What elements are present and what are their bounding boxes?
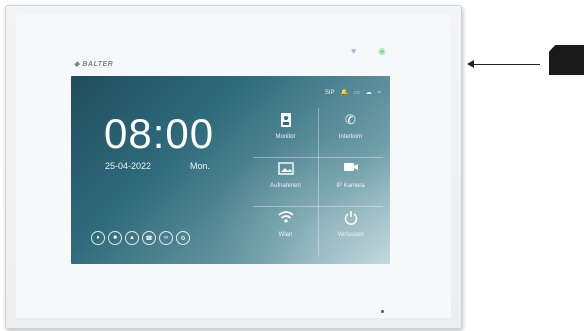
tile-aufnahmen[interactable]: Aufnahmen bbox=[253, 157, 318, 206]
tile-verlassen[interactable]: Verlassen bbox=[318, 206, 383, 255]
arrow-left-icon bbox=[467, 60, 474, 68]
gallery-icon bbox=[277, 161, 294, 177]
tile-interkom[interactable]: ✆ Interkom bbox=[318, 108, 383, 157]
brand-text: BALTER bbox=[82, 61, 114, 68]
shirt-icon[interactable]: ▲ bbox=[125, 231, 139, 245]
wifi-icon: ≈ bbox=[377, 89, 381, 96]
power-icon bbox=[343, 210, 359, 226]
sip-status: SIP bbox=[324, 89, 335, 96]
tile-ip-kamera[interactable]: IP Kamera bbox=[318, 157, 383, 206]
quick-buttons: ♦ ■ ▲ ☎ ∞ ⚙ bbox=[91, 231, 190, 245]
tile-label: Interkom bbox=[338, 134, 363, 140]
monitor-icon bbox=[278, 112, 294, 128]
sd-card-icon: ▭ bbox=[354, 90, 360, 96]
tile-label: Aufnahmen bbox=[270, 183, 301, 189]
touch-screen: SIP 🔔 ▭ ☁ ≈ 08:00 25-04-2022 Mon. Monito… bbox=[71, 76, 390, 264]
date-label: 25-04-2022 bbox=[105, 161, 152, 171]
status-bar: SIP 🔔 ▭ ☁ ≈ bbox=[324, 89, 381, 97]
clock-time: 08:00 bbox=[104, 110, 215, 157]
bell-icon: 🔔 bbox=[340, 90, 349, 96]
tile-divider-horizontal bbox=[253, 206, 383, 207]
settings-icon[interactable]: ⚙ bbox=[176, 231, 190, 245]
cloud-icon: ☁ bbox=[365, 90, 372, 96]
call-log-icon[interactable]: ☎ bbox=[142, 231, 156, 245]
camera-icon bbox=[343, 161, 359, 177]
pointer-arrow bbox=[470, 64, 540, 65]
phone-icon: ✆ bbox=[345, 112, 356, 127]
tile-label: Verlassen bbox=[337, 232, 364, 238]
tile-label: Wlan bbox=[278, 232, 293, 238]
bell-icon[interactable]: ♦ bbox=[91, 231, 105, 245]
menu-tiles: Monitor ✆ Interkom Aufnahmen IP Kamera W… bbox=[253, 108, 383, 256]
wifi-led-icon: ◉ bbox=[378, 46, 386, 56]
day-label: Mon. bbox=[190, 161, 211, 171]
status-dot bbox=[381, 310, 384, 313]
person-led-icon: ♥ bbox=[351, 46, 357, 56]
tile-divider-horizontal bbox=[253, 157, 383, 158]
sd-card-icon bbox=[549, 45, 584, 75]
tile-wlan[interactable]: Wlan bbox=[253, 206, 318, 255]
wifi-icon bbox=[277, 210, 294, 226]
brand-mark-icon: ◆ bbox=[74, 61, 80, 68]
tile-monitor[interactable]: Monitor bbox=[253, 108, 318, 157]
tile-label: Monitor bbox=[275, 134, 296, 140]
video-icon[interactable]: ■ bbox=[108, 231, 122, 245]
tile-label: IP Kamera bbox=[336, 183, 365, 189]
voicemail-icon[interactable]: ∞ bbox=[159, 231, 173, 245]
brand-logo: ◆ BALTER bbox=[74, 60, 113, 68]
